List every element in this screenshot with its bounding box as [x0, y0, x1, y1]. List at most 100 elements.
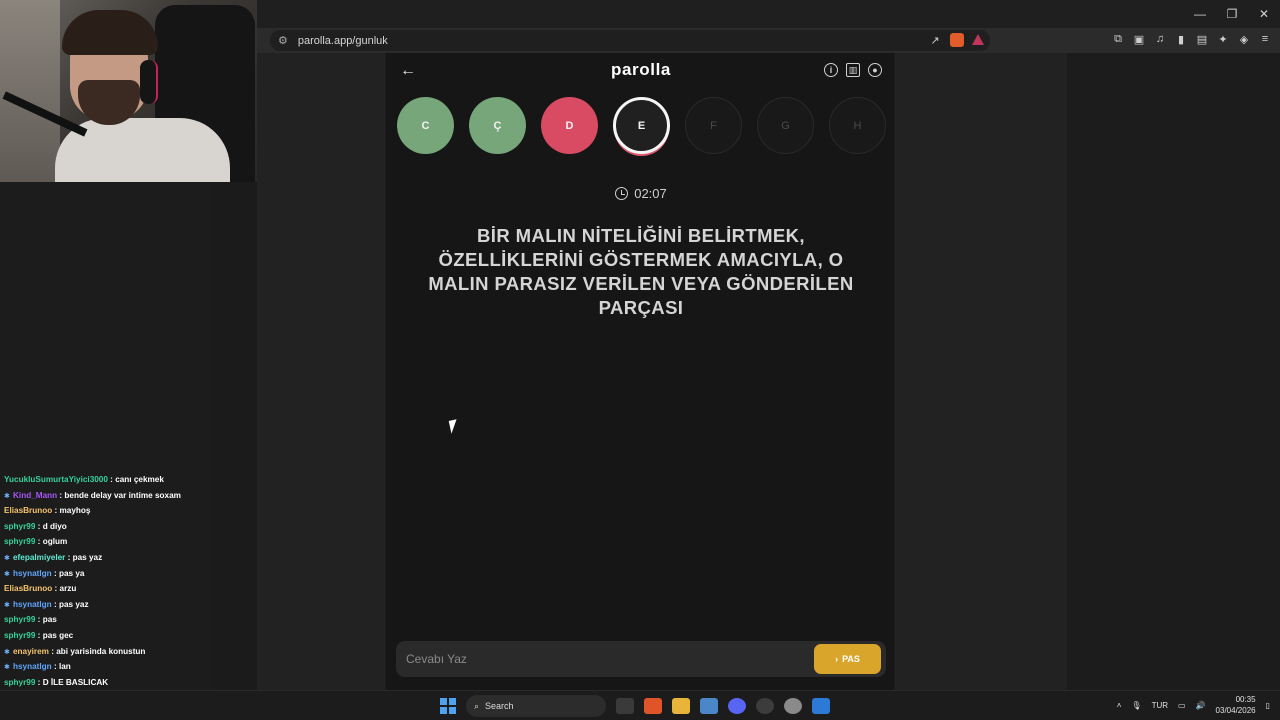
- menu-icon[interactable]: ≡: [1258, 32, 1272, 46]
- language-indicator[interactable]: TUR: [1152, 701, 1168, 710]
- chat-username[interactable]: efepalmiyeler: [13, 553, 65, 562]
- minimize-button[interactable]: —: [1184, 0, 1216, 28]
- chat-badge-icon: ✱: [4, 554, 10, 562]
- chat-username[interactable]: hsynatlgn: [13, 569, 52, 578]
- letter-circle-6: G: [757, 97, 814, 154]
- close-window-button[interactable]: ✕: [1248, 0, 1280, 28]
- microphone-icon[interactable]: 🎙: [1131, 701, 1141, 710]
- file-explorer-icon[interactable]: [672, 698, 690, 714]
- url-text[interactable]: parolla.app/gunluk: [298, 35, 388, 47]
- search-icon: ⌕: [474, 700, 480, 711]
- chat-username[interactable]: hsynatlgn: [13, 600, 52, 609]
- chevron-up-icon[interactable]: ˄: [1117, 701, 1122, 710]
- page-margin-right: [1067, 53, 1280, 690]
- chat-message: sphyr99 : D İLE BASLICAK: [4, 677, 109, 687]
- browser-extensions: ⧉ ▣ ♫ ▮ ▤ ✦ ◈ ≡: [1111, 32, 1272, 46]
- taskbar-search[interactable]: ⌕ Search: [466, 695, 606, 717]
- letter-circle-4: E: [613, 97, 670, 154]
- clock-date: 03/04/2026: [1215, 706, 1256, 715]
- pass-label: PAS: [842, 654, 860, 664]
- chat-message: ✱ hsynatlgn : pas ya: [0, 566, 213, 582]
- chat-text: pas: [42, 615, 57, 625]
- letter-progress: CÇDEFGH: [397, 97, 887, 157]
- chat-username[interactable]: enayirem: [13, 647, 49, 656]
- question-text: BİR MALIN NİTELİĞİNİ BELİRTMEK, ÖZELLİKL…: [428, 225, 854, 318]
- chat-badge-icon: ✱: [4, 601, 10, 609]
- timer: 02:07: [386, 186, 896, 201]
- clock-time: 00:35: [1235, 695, 1256, 704]
- letter-circle-1: C: [397, 97, 454, 154]
- media-icon[interactable]: ♫: [1153, 32, 1167, 46]
- chat-username[interactable]: EliasBrunoo: [4, 506, 52, 515]
- obs-icon[interactable]: [756, 698, 774, 714]
- chat-message: ✱ efepalmiyeler : pas yaz: [0, 550, 213, 566]
- chat-message: ✱ hsynatlgn : lan: [0, 659, 213, 675]
- letter-circle-7: H: [829, 97, 886, 154]
- photos-icon[interactable]: [812, 698, 830, 714]
- brave-shields-icon[interactable]: [950, 33, 964, 47]
- chat-text: bende delay var intime soxam: [64, 490, 181, 500]
- restore-button[interactable]: ❐: [1216, 0, 1248, 28]
- leo-ai-icon[interactable]: ✦: [1216, 32, 1230, 46]
- timer-value: 02:07: [634, 186, 667, 201]
- chat-text: abi yarisinda konustun: [56, 646, 146, 656]
- network-icon[interactable]: ▭: [1178, 701, 1186, 710]
- chat-username[interactable]: EliasBrunoo: [4, 584, 52, 593]
- chat-message: sphyr99 : oglum: [4, 537, 68, 547]
- system-clock[interactable]: 00:35 03/04/2026: [1216, 694, 1256, 716]
- address-bar[interactable]: ⚙ parolla.app/gunluk ↗: [270, 30, 990, 51]
- chat-badge-icon: ✱: [4, 664, 10, 672]
- chat-username[interactable]: sphyr99: [4, 537, 35, 546]
- chat-text: arzu: [59, 584, 77, 594]
- chat-message: ✱ Kind_Mann : bende delay var intime soxa…: [0, 488, 213, 504]
- brave-browser-icon[interactable]: [644, 698, 662, 714]
- chat-text: lan: [58, 662, 71, 672]
- tab-capture-icon[interactable]: ▣: [1132, 32, 1146, 46]
- parolla-app: ← parolla i ▥ ● CÇDEFGH 02:07 BİR MALIN …: [385, 53, 895, 690]
- site-info-icon[interactable]: ⚙: [278, 34, 288, 47]
- chat-text: canı çekmek: [115, 475, 164, 484]
- extensions-icon[interactable]: ⧉: [1111, 32, 1125, 46]
- taskbar: ⌕ Search ˄ 🎙 TUR ▭ 🔊 00:35 03/04/2026 ▯: [0, 690, 1280, 720]
- wallet-icon[interactable]: ▤: [1195, 32, 1209, 46]
- chat-message: EliasBrunoo : mayhoş: [4, 506, 91, 516]
- windows-start-icon[interactable]: [440, 698, 456, 714]
- clock-icon: [615, 187, 629, 200]
- sidebar-icon[interactable]: ▮: [1174, 32, 1188, 46]
- chat-message: EliasBrunoo : arzu: [4, 584, 77, 594]
- chat-text: D İLE BASLICAK: [42, 677, 109, 687]
- chat-message: sphyr99 : pas gec: [4, 630, 74, 640]
- profile-icon[interactable]: ●: [868, 63, 882, 77]
- volume-icon[interactable]: 🔊: [1196, 701, 1206, 710]
- chat-message: YucukluSumurtaYiyici3000 : canı çekmek: [4, 475, 164, 484]
- notifications-icon[interactable]: ▯: [1266, 701, 1270, 710]
- chat-feed: YucukluSumurtaYiyici3000 : canı çekmek ✱ K…: [0, 472, 213, 706]
- pass-button[interactable]: › PAS: [814, 644, 881, 674]
- window-controls: — ❐ ✕: [1184, 0, 1280, 28]
- vpn-shield-icon[interactable]: ◈: [1237, 32, 1251, 46]
- discord-icon[interactable]: [728, 698, 746, 714]
- settings-icon[interactable]: [784, 698, 802, 714]
- stats-icon[interactable]: ▥: [846, 63, 860, 77]
- chat-username[interactable]: hsynatlgn: [13, 662, 52, 671]
- chat-badge-icon: ✱: [4, 492, 10, 500]
- task-view-icon[interactable]: [616, 698, 634, 714]
- brand-title: parolla: [611, 60, 671, 79]
- chat-message: sphyr99 : d diyo: [4, 521, 67, 531]
- info-icon[interactable]: i: [824, 63, 838, 77]
- chat-username[interactable]: YucukluSumurtaYiyici3000: [4, 475, 108, 484]
- chat-text: pas yaz: [72, 552, 103, 562]
- steam-icon[interactable]: [700, 698, 718, 714]
- brave-rewards-icon[interactable]: [972, 34, 984, 45]
- webcam-feed: [0, 0, 257, 182]
- answer-input[interactable]: [406, 641, 806, 677]
- chat-badge-icon: ✱: [4, 648, 10, 656]
- chat-username[interactable]: sphyr99: [4, 615, 35, 624]
- chat-username[interactable]: sphyr99: [4, 678, 35, 687]
- share-icon[interactable]: ↗: [928, 33, 942, 47]
- chat-username[interactable]: Kind_Mann: [13, 491, 57, 500]
- chat-username[interactable]: sphyr99: [4, 522, 35, 531]
- screen: — ❐ ✕ ⚙ parolla.app/gunluk ↗ ⧉ ▣ ♫ ▮ ▤ ✦…: [0, 0, 1280, 720]
- chat-username[interactable]: sphyr99: [4, 631, 35, 640]
- chat-text: d diyo: [42, 521, 67, 531]
